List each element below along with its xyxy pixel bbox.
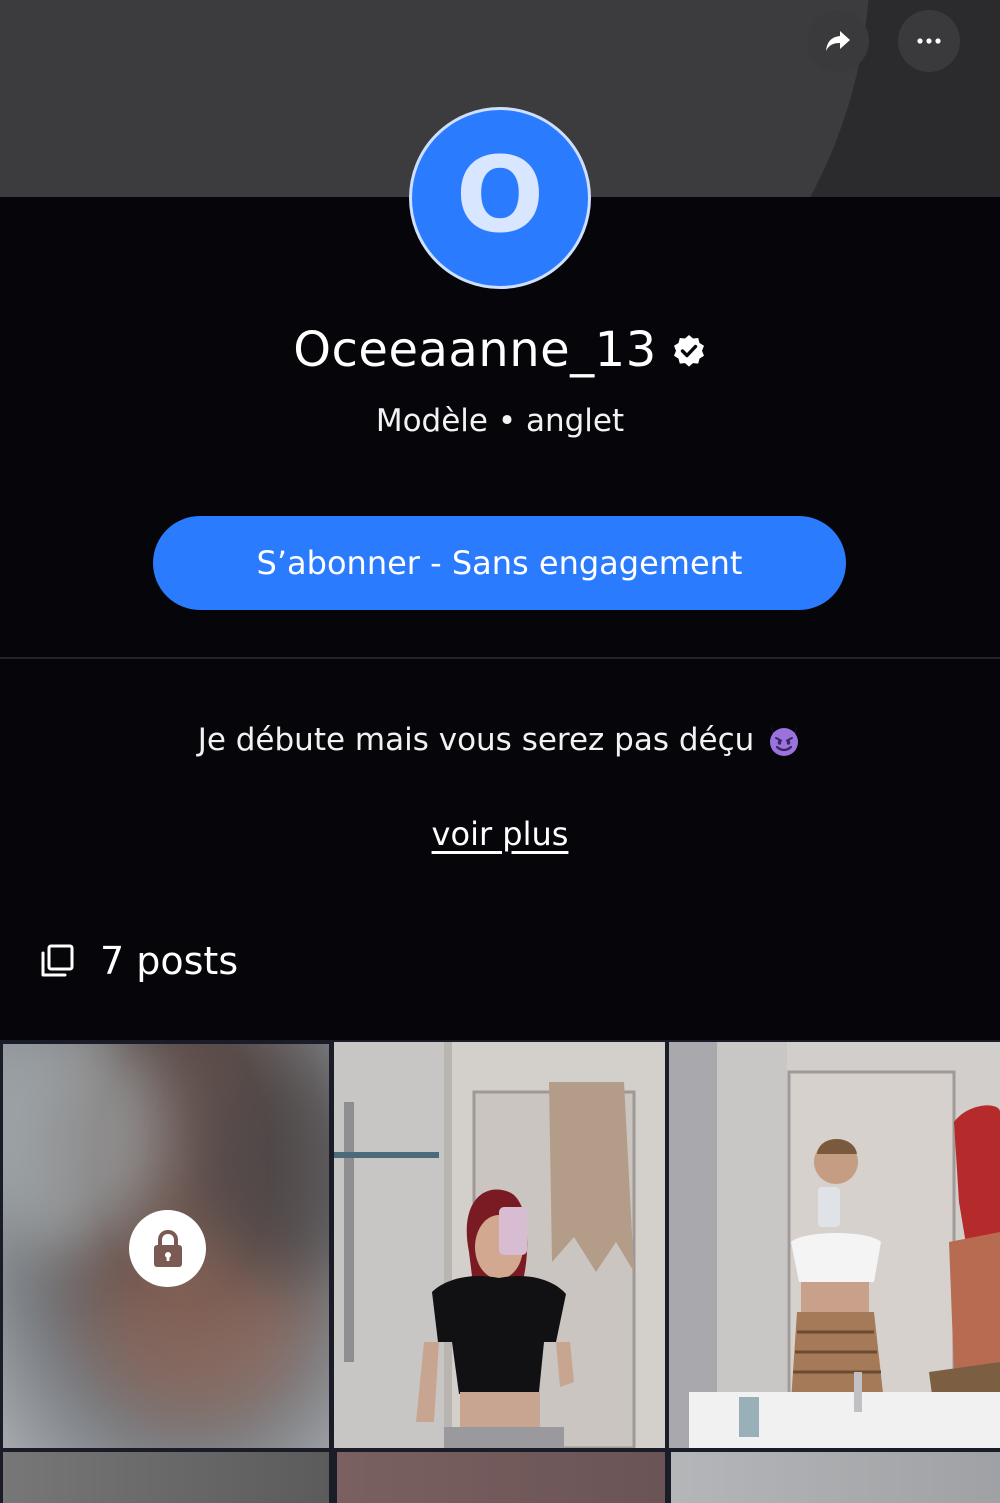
smiling-devil-emoji-icon bbox=[770, 726, 799, 756]
posts-count: 7 posts bbox=[100, 939, 239, 983]
more-dots-icon bbox=[917, 38, 941, 44]
post-tile-photo[interactable] bbox=[669, 1042, 1000, 1448]
subscribe-button[interactable]: S’abonner - Sans engagement bbox=[153, 516, 846, 610]
lock-icon bbox=[153, 1229, 182, 1267]
profile-name-row: Oceeaanne_13 bbox=[0, 318, 1000, 382]
post-photo-image bbox=[334, 1042, 665, 1448]
post-tile-photo[interactable] bbox=[334, 1042, 665, 1448]
avatar-letter: O bbox=[455, 134, 545, 256]
profile-page: O Oceeaanne_13 Modèle • anglet S’abonner… bbox=[0, 0, 1000, 1503]
profile-bio: Je débute mais vous serez pas déçu bbox=[0, 722, 1000, 758]
gallery-icon bbox=[41, 944, 74, 977]
post-tile-locked[interactable] bbox=[3, 1452, 329, 1503]
avatar[interactable]: O bbox=[409, 107, 591, 289]
bio-text: Je débute mais vous serez pas déçu bbox=[197, 722, 755, 758]
post-tile-locked[interactable] bbox=[3, 1044, 329, 1448]
share-arrow-icon bbox=[826, 31, 850, 51]
profile-name: Oceeaanne_13 bbox=[293, 322, 657, 378]
profile-subtitle: Modèle • anglet bbox=[375, 403, 625, 439]
post-tile-locked[interactable] bbox=[671, 1452, 1000, 1503]
see-more-link[interactable]: voir plus bbox=[0, 815, 1000, 853]
more-options-button[interactable] bbox=[898, 10, 960, 72]
section-divider bbox=[0, 657, 1000, 659]
lock-badge bbox=[129, 1210, 206, 1287]
posts-count-row: 7 posts bbox=[40, 936, 238, 986]
verified-badge-icon bbox=[673, 335, 704, 367]
post-photo-image bbox=[669, 1042, 1000, 1448]
share-button[interactable] bbox=[807, 10, 869, 72]
post-tile-locked[interactable] bbox=[337, 1452, 665, 1503]
posts-grid bbox=[0, 1040, 1000, 1503]
